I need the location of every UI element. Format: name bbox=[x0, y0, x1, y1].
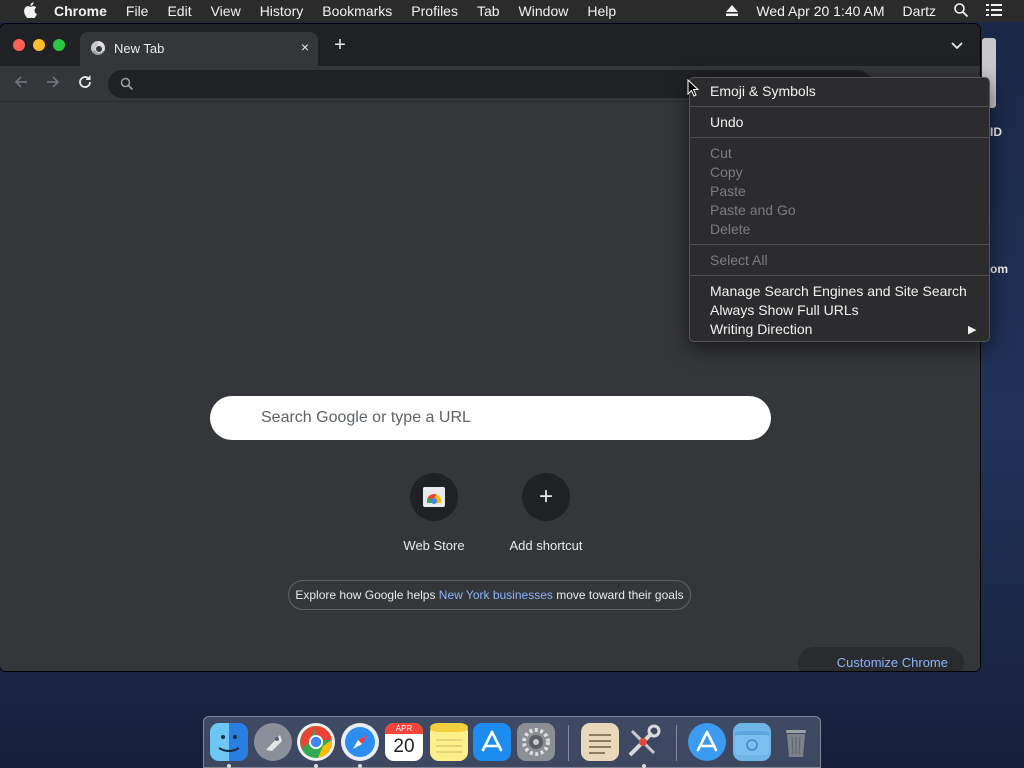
menu-item-delete: Delete bbox=[710, 221, 751, 237]
forward-button[interactable] bbox=[41, 72, 65, 96]
dock-chrome-icon[interactable] bbox=[297, 723, 335, 761]
zoom-window-button[interactable] bbox=[53, 39, 65, 51]
menu-file[interactable]: File bbox=[126, 3, 149, 19]
customize-chrome-label: Customize Chrome bbox=[836, 655, 948, 670]
menu-view[interactable]: View bbox=[211, 3, 241, 19]
minimize-window-button[interactable] bbox=[33, 39, 45, 51]
promo-banner[interactable]: Explore how Google helps New York busine… bbox=[288, 580, 691, 610]
tab-new-tab[interactable]: New Tab × bbox=[80, 32, 318, 66]
submenu-arrow-icon: ▶ bbox=[968, 324, 977, 336]
dock-divider bbox=[676, 725, 677, 761]
new-tab-button[interactable]: + bbox=[330, 35, 350, 55]
menu-item-paste-and-go: Paste and Go bbox=[710, 202, 796, 218]
menu-item-always-show-full-urls[interactable]: Always Show Full URLs bbox=[710, 302, 859, 318]
shortcut-label: Add shortcut bbox=[509, 538, 583, 553]
running-indicator bbox=[358, 764, 362, 768]
customize-chrome-button[interactable]: Customize Chrome bbox=[798, 647, 964, 671]
tab-close-button[interactable]: × bbox=[301, 39, 309, 55]
dock-downloads-icon[interactable] bbox=[688, 723, 726, 761]
calendar-day: 20 bbox=[393, 736, 415, 757]
dock-system-preferences-icon[interactable] bbox=[517, 723, 555, 761]
dock-utilities-icon[interactable] bbox=[624, 723, 662, 761]
menu-item-copy: Copy bbox=[710, 164, 743, 180]
reload-button[interactable] bbox=[73, 72, 97, 96]
apple-icon[interactable] bbox=[20, 1, 40, 21]
mouse-pointer-icon bbox=[687, 79, 699, 97]
dock: APR 20 bbox=[203, 716, 821, 768]
running-indicator bbox=[227, 764, 231, 768]
spotlight-icon[interactable] bbox=[954, 2, 969, 20]
desktop-label: ID bbox=[990, 125, 1002, 139]
shortcut-tile[interactable] bbox=[410, 473, 458, 521]
menu-history[interactable]: History bbox=[260, 3, 304, 19]
menu-chrome[interactable]: Chrome bbox=[54, 3, 107, 19]
dock-app-store-icon[interactable] bbox=[473, 723, 511, 761]
running-indicator bbox=[314, 764, 318, 768]
dock-safari-icon[interactable] bbox=[341, 723, 379, 761]
tab-title: New Tab bbox=[114, 41, 165, 56]
dock-divider bbox=[568, 725, 569, 761]
web-store-icon bbox=[423, 487, 445, 507]
menu-item-paste: Paste bbox=[710, 183, 746, 199]
menu-separator bbox=[690, 137, 989, 138]
menu-help[interactable]: Help bbox=[587, 3, 616, 19]
shortcut-add[interactable]: + Add shortcut bbox=[491, 473, 601, 553]
running-indicator bbox=[642, 764, 646, 768]
shortcut-tile[interactable]: + bbox=[522, 473, 570, 521]
context-menu: Emoji & Symbols Undo Cut Copy Paste Past… bbox=[689, 77, 990, 342]
dock-folder-icon[interactable] bbox=[733, 723, 771, 761]
dock-calendar-icon[interactable]: APR 20 bbox=[385, 723, 423, 761]
control-center-icon[interactable] bbox=[986, 3, 1002, 19]
menu-bookmarks[interactable]: Bookmarks bbox=[322, 3, 392, 19]
calendar-month: APR bbox=[385, 723, 423, 734]
search-placeholder: Search Google or type a URL bbox=[261, 409, 471, 426]
menu-separator bbox=[690, 275, 989, 276]
eject-icon[interactable] bbox=[726, 3, 739, 19]
tab-strip: New Tab × + bbox=[0, 24, 980, 66]
menu-item-cut: Cut bbox=[710, 145, 732, 161]
promo-link[interactable]: New York businesses bbox=[439, 588, 553, 602]
menu-item-writing-direction[interactable]: Writing Direction bbox=[710, 321, 812, 337]
menu-bar-status: Wed Apr 20 1:40 AM Dartz bbox=[726, 0, 1024, 22]
plus-icon: + bbox=[538, 483, 553, 510]
dock-finder-icon[interactable] bbox=[210, 723, 248, 761]
reload-icon bbox=[79, 75, 91, 88]
promo-text-after: move toward their goals bbox=[552, 588, 684, 602]
chrome-favicon-icon bbox=[91, 41, 105, 55]
promo-text-before: Explore how Google helps bbox=[295, 588, 439, 602]
menu-item-emoji-symbols[interactable]: Emoji & Symbols bbox=[710, 83, 816, 99]
menu-window[interactable]: Window bbox=[519, 3, 569, 19]
menu-separator bbox=[690, 106, 989, 107]
dock-notes-icon[interactable] bbox=[430, 723, 468, 761]
menu-tab[interactable]: Tab bbox=[477, 3, 500, 19]
menu-item-manage-search-engines[interactable]: Manage Search Engines and Site Search bbox=[710, 283, 967, 299]
back-arrow-icon bbox=[14, 76, 27, 88]
shortcut-label: Web Store bbox=[403, 538, 465, 553]
menu-item-select-all: Select All bbox=[710, 252, 768, 268]
menu-profiles[interactable]: Profiles bbox=[411, 3, 458, 19]
menu-item-undo[interactable]: Undo bbox=[710, 114, 743, 130]
menu-clock[interactable]: Wed Apr 20 1:40 AM bbox=[756, 3, 884, 19]
shortcut-web-store[interactable]: Web Store bbox=[379, 473, 489, 553]
dock-textedit-icon[interactable] bbox=[581, 723, 619, 761]
menu-edit[interactable]: Edit bbox=[167, 3, 191, 19]
google-search-box[interactable]: Search Google or type a URL bbox=[210, 396, 771, 440]
back-button[interactable] bbox=[9, 72, 33, 96]
tab-search-chevron-icon[interactable] bbox=[950, 38, 964, 52]
desktop-label: om bbox=[990, 262, 1008, 276]
search-icon bbox=[120, 77, 134, 91]
forward-arrow-icon bbox=[47, 76, 60, 88]
dock-trash-icon[interactable] bbox=[777, 723, 815, 761]
menu-bar: Chrome File Edit View History Bookmarks … bbox=[0, 0, 1024, 22]
dock-launchpad-icon[interactable] bbox=[254, 723, 292, 761]
close-window-button[interactable] bbox=[13, 39, 25, 51]
menu-user[interactable]: Dartz bbox=[903, 3, 936, 19]
menu-separator bbox=[690, 244, 989, 245]
